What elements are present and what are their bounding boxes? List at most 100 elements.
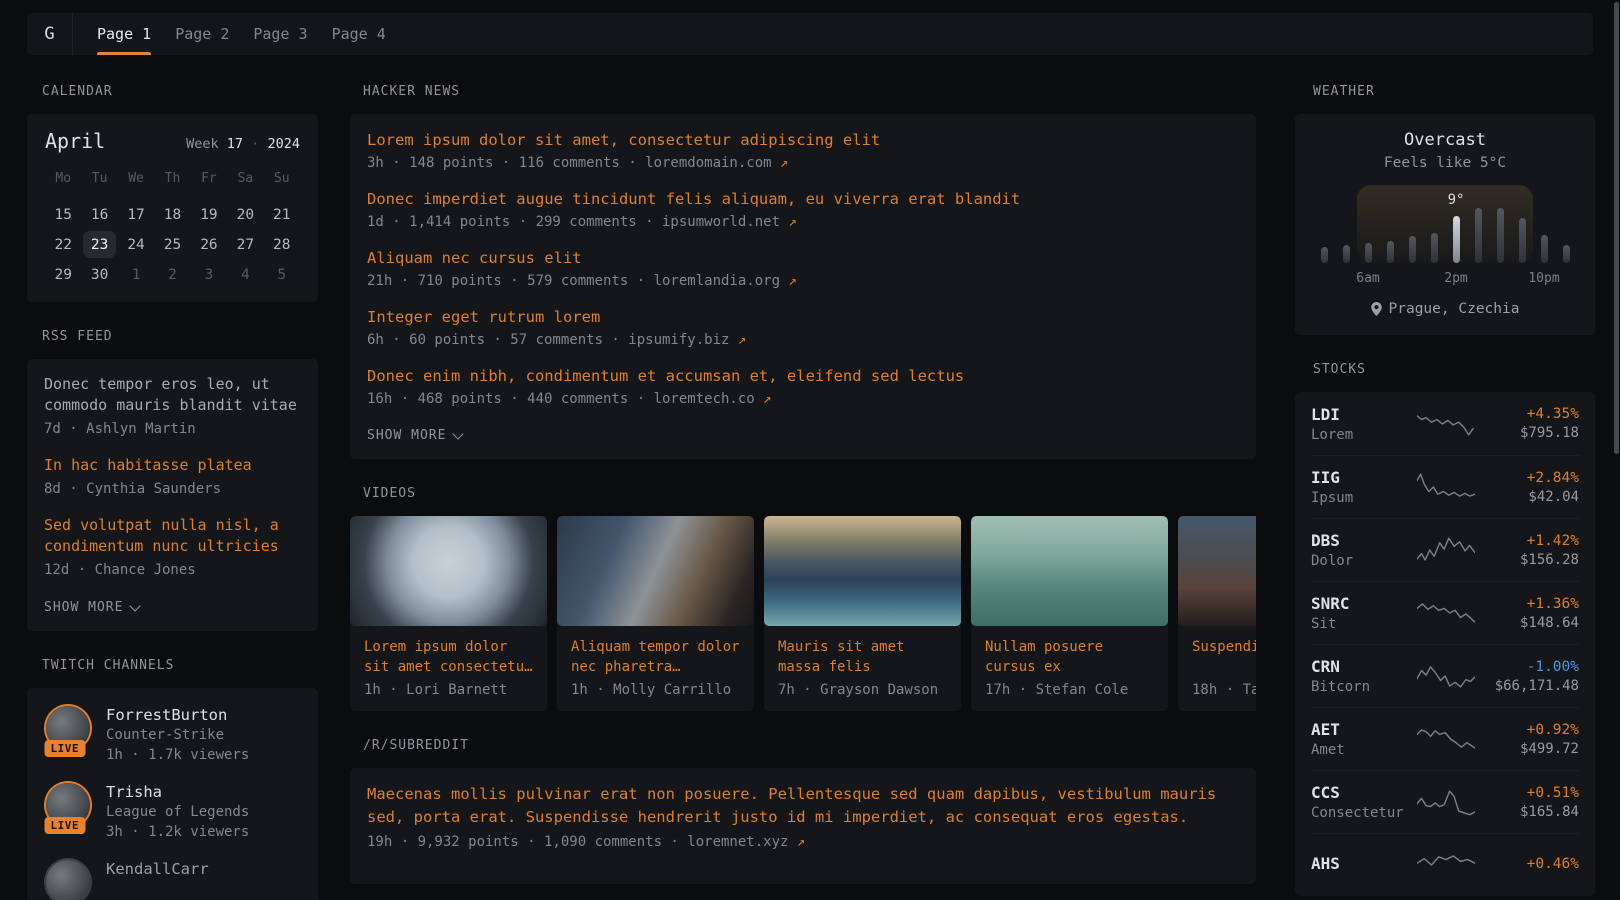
hackernews-item-title[interactable]: Donec enim nibh, condimentum et accumsan… <box>367 365 1239 387</box>
nav-tab[interactable]: Page 1 <box>97 13 151 55</box>
stock-symbol: SNRC <box>1311 594 1409 613</box>
scrollbar[interactable] <box>1614 2 1619 454</box>
rss-item-title[interactable]: Sed volutpat nulla nisl, a condimentum n… <box>44 515 301 557</box>
video-meta: 7h · Grayson Dawson <box>778 682 947 698</box>
stock-row[interactable]: SNRC Sit +1.36% $148.64 <box>1311 581 1579 644</box>
external-link-icon[interactable]: ↗ <box>780 155 788 171</box>
external-link-icon[interactable]: ↗ <box>797 834 805 850</box>
twitch-channel[interactable]: LIVE Trisha League of Legends 3h · 1.2k … <box>44 781 301 842</box>
stock-symbol: IIG <box>1311 468 1409 487</box>
hackernews-item-title[interactable]: Lorem ipsum dolor sit amet, consectetur … <box>367 129 1239 151</box>
app-logo[interactable]: G <box>27 13 73 55</box>
stock-sparkline <box>1417 470 1475 504</box>
avatar <box>46 860 90 900</box>
video-card[interactable]: Mauris sit amet massa felis 7h · Grayson… <box>764 516 961 711</box>
avatar-wrap: LIVE <box>44 781 92 829</box>
twitch-channel[interactable]: LIVE ForrestBurton Counter-Strike 1h · 1… <box>44 704 301 765</box>
nav-tab[interactable]: Page 4 <box>332 13 386 55</box>
hackernews-item-meta-text: 16h · 468 points · 440 comments · loremt… <box>367 391 755 407</box>
calendar-day: 24 <box>120 231 153 258</box>
weather-bar-slot <box>1511 218 1533 263</box>
stock-row[interactable]: AET Amet +0.92% $499.72 <box>1311 707 1579 770</box>
calendar-section-title: CALENDAR <box>42 84 318 99</box>
rss-show-more-label: SHOW MORE <box>44 600 123 615</box>
stock-id: CCS Consectetur <box>1311 783 1409 821</box>
rss-item: In hac habitasse platea 8d · Cynthia Sau… <box>44 455 301 499</box>
stock-change: +0.51% <box>1483 785 1579 801</box>
video-meta: 1h · Molly Carrillo <box>571 682 740 698</box>
hackernews-item-title[interactable]: Aliquam nec cursus elit <box>367 247 1239 269</box>
stock-row[interactable]: CCS Consectetur +0.51% $165.84 <box>1311 770 1579 833</box>
weather-bar-slot <box>1445 216 1467 263</box>
external-link-icon[interactable]: ↗ <box>738 332 746 348</box>
rss-item: Donec tempor eros leo, ut commodo mauris… <box>44 374 301 439</box>
twitch-channel[interactable]: LIVE KendallCarr <box>44 858 301 900</box>
video-card[interactable]: Aliquam tempor dolor nec pharetra… 1h · … <box>557 516 754 711</box>
channel-viewers: 3h · 1.2k viewers <box>106 822 249 842</box>
video-card[interactable]: Nullam posuere cursus ex 17h · Stefan Co… <box>971 516 1168 711</box>
calendar-day-headers: MoTuWeThFrSaSu <box>45 171 300 186</box>
hackernews-show-more-button[interactable]: SHOW MORE <box>367 428 462 443</box>
video-card[interactable]: Suspendisse diam 18h · Tara <box>1178 516 1256 711</box>
top-navigation: G Page 1 Page 2 Page 3 Page 4 <box>27 13 1593 55</box>
calendar-day-header: Su <box>264 171 300 186</box>
video-thumbnail[interactable] <box>1178 516 1256 626</box>
external-link-icon[interactable]: ↗ <box>788 214 796 230</box>
video-title[interactable]: Aliquam tempor dolor nec pharetra… <box>571 637 740 677</box>
video-title[interactable]: Nullam posuere cursus ex <box>985 637 1154 677</box>
stock-row[interactable]: DBS Dolor +1.42% $156.28 <box>1311 518 1579 581</box>
video-card[interactable]: Lorem ipsum dolor sit amet consectetu… 1… <box>350 516 547 711</box>
calendar-year: 2024 <box>267 136 300 152</box>
external-link-icon[interactable]: ↗ <box>763 391 771 407</box>
rss-item: Sed volutpat nulla nisl, a condimentum n… <box>44 515 301 580</box>
hackernews-item: Donec enim nibh, condimentum et accumsan… <box>367 365 1239 409</box>
calendar-day: 16 <box>83 201 116 228</box>
weather-location: Prague, Czechia <box>1313 301 1577 317</box>
calendar-day: 5 <box>265 261 298 288</box>
video-title[interactable]: Suspendisse diam <box>1192 637 1256 677</box>
hackernews-item-title[interactable]: Integer eget rutrum lorem <box>367 306 1239 328</box>
nav-tab[interactable]: Page 2 <box>175 13 229 55</box>
videos-widget: Lorem ipsum dolor sit amet consectetu… 1… <box>350 516 1256 711</box>
nav-tab[interactable]: Page 3 <box>253 13 307 55</box>
hackernews-show-more-label: SHOW MORE <box>367 428 446 443</box>
live-badge: LIVE <box>45 740 86 757</box>
stock-values: +1.36% $148.64 <box>1483 596 1579 631</box>
weather-bar-slot <box>1533 235 1555 263</box>
video-thumbnail[interactable] <box>764 516 961 626</box>
stock-sparkline <box>1417 848 1475 882</box>
hackernews-item: Integer eget rutrum lorem 6h · 60 points… <box>367 306 1239 350</box>
weather-time-labels: 6am2pm10pm <box>1313 271 1577 287</box>
channel-name: KendallCarr <box>106 858 209 879</box>
calendar-day-header: We <box>118 171 154 186</box>
stock-row[interactable]: LDI Lorem +4.35% $795.18 <box>1311 392 1579 455</box>
weather-bar <box>1321 247 1328 263</box>
calendar-day: 18 <box>156 201 189 228</box>
video-card-body: Mauris sit amet massa felis 7h · Grayson… <box>764 626 961 711</box>
video-thumbnail[interactable] <box>971 516 1168 626</box>
stock-row[interactable]: CRN Bitcorn -1.00% $66,171.48 <box>1311 644 1579 707</box>
video-thumbnail[interactable] <box>350 516 547 626</box>
external-link-icon[interactable]: ↗ <box>788 273 796 289</box>
hackernews-item-title[interactable]: Donec imperdiet augue tincidunt felis al… <box>367 188 1239 210</box>
rss-show-more-button[interactable]: SHOW MORE <box>44 600 139 615</box>
stock-row[interactable]: IIG Ipsum +2.84% $42.04 <box>1311 455 1579 518</box>
calendar-day: 20 <box>229 201 262 228</box>
calendar-day: 15 <box>47 201 80 228</box>
video-title[interactable]: Lorem ipsum dolor sit amet consectetu… <box>364 637 533 677</box>
weather-bar-slot <box>1555 245 1577 263</box>
rss-item-title[interactable]: In hac habitasse platea <box>44 455 301 476</box>
subreddit-post-title[interactable]: Maecenas mollis pulvinar erat non posuer… <box>367 783 1239 829</box>
video-title[interactable]: Mauris sit amet massa felis <box>778 637 947 677</box>
rss-item-title[interactable]: Donec tempor eros leo, ut commodo mauris… <box>44 374 301 416</box>
hackernews-items: Lorem ipsum dolor sit amet, consectetur … <box>367 129 1239 409</box>
stock-price: $165.84 <box>1483 804 1579 820</box>
hackernews-section-title: HACKER NEWS <box>363 84 1256 99</box>
hackernews-item-meta-text: 3h · 148 points · 116 comments · loremdo… <box>367 155 772 171</box>
weather-bar <box>1541 235 1548 263</box>
stock-values: +1.42% $156.28 <box>1483 533 1579 568</box>
calendar-day-header: Tu <box>81 171 117 186</box>
stocks-section-title: STOCKS <box>1313 362 1595 377</box>
video-thumbnail[interactable] <box>557 516 754 626</box>
stock-row[interactable]: AHS +0.46% <box>1311 833 1579 896</box>
